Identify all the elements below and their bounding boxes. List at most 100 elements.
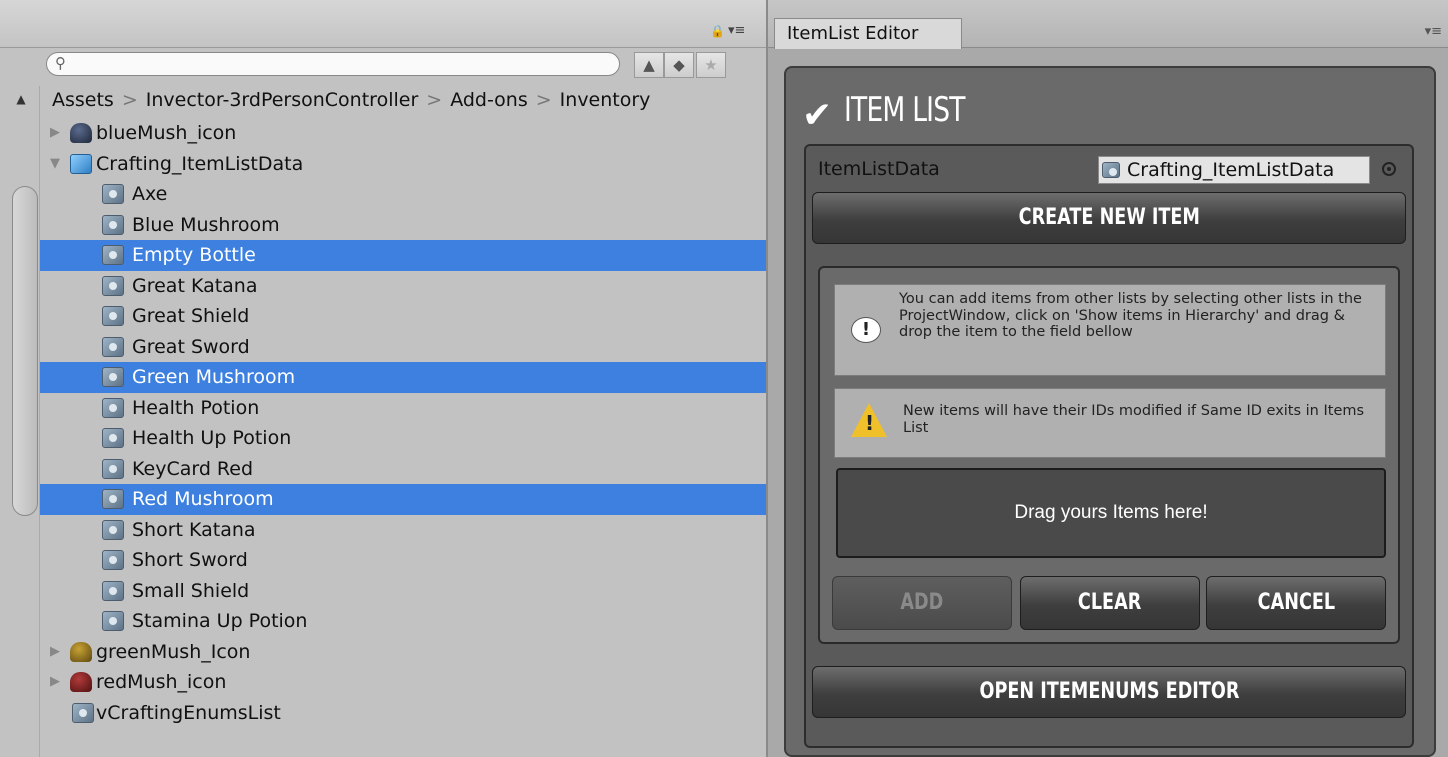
tree-row-item[interactable]: Blue Mushroom [40,210,766,241]
breadcrumb-item[interactable]: Add-ons [450,89,528,111]
scriptable-asset-icon [102,275,124,296]
foldout-arrow-icon[interactable]: ▶ [48,118,62,148]
tree-row-item[interactable]: Great Shield [40,301,766,332]
tree-row-item[interactable]: Stamina Up Potion [40,606,766,637]
itemlistdata-field-label: ItemListData [818,158,940,180]
warning-icon [851,403,887,437]
mushroom-icon [70,641,92,662]
button-label: CANCEL [1257,590,1335,615]
lock-icon[interactable]: 🔒 [710,24,725,38]
button-label: ADD [900,590,944,615]
button-label: OPEN ITEMENUMS EDITOR [979,679,1239,704]
drag-items-drop-zone[interactable]: Drag yours Items here! [836,468,1386,558]
tree-row-item[interactable]: Small Shield [40,576,766,607]
foldout-open-arrow-icon[interactable]: ▼ [48,149,62,179]
filter-by-label-button[interactable]: ◆ [664,52,694,78]
foldout-arrow-icon[interactable]: ▶ [48,667,62,697]
panel-menu-icon[interactable]: ▾≡ [728,24,758,38]
tree-row-item[interactable]: Great Katana [40,271,766,302]
project-panel: 🔒 ▾≡ ⚲ ▲ ◆ ★ ▲ Assets > Invector-3rdPerson… [0,0,766,757]
tree-row-item[interactable]: Empty Bottle [40,240,766,271]
breadcrumb-item[interactable]: Invector-3rdPersonController [146,89,419,111]
tree-row-label: Red Mushroom [132,488,274,510]
scriptable-asset-icon [102,245,124,265]
breadcrumb-separator: > [426,89,443,111]
breadcrumb-item[interactable]: Assets [52,89,114,111]
tree-row-label: Short Sword [132,549,248,571]
tree-row-item[interactable]: Short Sword [40,545,766,576]
itemlistdata-object-field[interactable]: Crafting_ItemListData [1098,156,1370,184]
scriptable-asset-icon [102,336,124,357]
scriptable-asset-icon [102,306,124,326]
tree-row-item[interactable]: Red Mushroom [40,484,766,515]
button-label: CLEAR [1078,590,1142,615]
tree-row-label: blueMush_icon [96,122,237,144]
scroll-up-arrow-icon[interactable]: ▲ [14,92,28,106]
open-itemenums-editor-button[interactable]: OPEN ITEMENUMS EDITOR [812,666,1406,718]
tree-row-label: Empty Bottle [132,244,256,266]
scriptable-asset-icon [102,519,124,540]
cancel-button[interactable]: CANCEL [1206,576,1386,630]
tree-row-item[interactable]: Health Up Potion [40,423,766,454]
foldout-arrow-icon[interactable]: ▶ [48,637,62,667]
project-tree: ▶ blueMush_icon ▼ Crafting_ItemListData … [40,118,766,728]
clear-button[interactable]: CLEAR [1020,576,1200,630]
tree-row-vcraftingenumslist[interactable]: vCraftingEnumsList [40,698,766,729]
breadcrumb-item[interactable]: Inventory [560,89,651,111]
tree-row-greenmush-icon[interactable]: ▶ greenMush_Icon [40,637,766,668]
tree-row-label: Small Shield [132,579,250,602]
tree-row-label: Great Shield [132,305,250,327]
tree-row-label: Green Mushroom [132,366,296,388]
tab-itemlist-editor[interactable]: ItemList Editor [774,18,962,49]
project-toolbar: 🔒 ▾≡ [0,0,766,48]
tree-row-item[interactable]: KeyCard Red [40,454,766,485]
object-picker-icon[interactable] [1382,162,1396,176]
warning-help-text: New items will have their IDs modified i… [903,403,1365,436]
breadcrumb-separator: > [121,89,138,111]
scriptable-asset-icon [102,580,124,601]
search-box[interactable]: ⚲ [46,52,620,76]
itemlist-asset-icon [70,153,92,174]
panel-menu-icon[interactable]: ▾≡ [1425,24,1442,39]
search-icon: ⚲ [55,54,66,72]
tree-row-item[interactable]: Great Sword [40,332,766,363]
itemlist-asset-icon [1102,162,1120,178]
favorite-star-icon[interactable]: ★ [696,52,726,78]
scriptable-asset-icon [102,458,124,479]
add-button[interactable]: ADD [832,576,1012,630]
mushroom-icon [70,123,92,143]
scrollbar-thumb[interactable] [12,186,38,516]
tree-row-label: Stamina Up Potion [132,610,308,632]
tree-row-bluemush-icon[interactable]: ▶ blueMush_icon [40,118,766,149]
scriptable-asset-icon [102,489,124,509]
filter-by-type-button[interactable]: ▲ [634,52,664,78]
tree-row-crafting-itemlistdata[interactable]: ▼ Crafting_ItemListData [40,149,766,180]
search-input[interactable] [77,55,597,73]
editor-title: ITEM LIST [844,90,965,130]
info-icon: ! [851,317,881,343]
add-items-box: ! You can add items from other lists by … [818,266,1400,644]
scriptable-asset-icon [102,428,124,448]
tree-row-redmush-icon[interactable]: ▶ redMush_icon [40,667,766,698]
breadcrumb: Assets > Invector-3rdPersonController > Add-… [52,86,650,114]
tree-row-label: Health Potion [132,396,260,419]
tree-row-item[interactable]: Short Katana [40,515,766,546]
mushroom-icon [70,672,92,692]
info-help-box: ! You can add items from other lists by … [834,284,1386,376]
tree-row-label: Blue Mushroom [132,213,280,236]
tree-row-item[interactable]: Axe [40,179,766,210]
scriptable-asset-icon [102,367,124,387]
info-help-text: You can add items from other lists by se… [899,291,1362,340]
tree-row-label: Great Sword [132,335,250,358]
tree-row-label: Short Katana [132,518,256,541]
tree-row-label: Great Katana [132,274,258,297]
tree-row-item[interactable]: Health Potion [40,393,766,424]
tree-row-label: Health Up Potion [132,427,292,449]
tree-row-item[interactable]: Green Mushroom [40,362,766,393]
tree-row-label: greenMush_Icon [96,640,251,663]
button-label: CREATE NEW ITEM [1018,205,1200,230]
tree-row-label: KeyCard Red [132,457,254,480]
scriptable-asset-icon [102,550,124,570]
itemlist-editor-panel: ItemList Editor ▾≡ ✔ ITEM LIST ItemListD… [766,0,1448,757]
create-new-item-button[interactable]: CREATE NEW ITEM [812,192,1406,244]
